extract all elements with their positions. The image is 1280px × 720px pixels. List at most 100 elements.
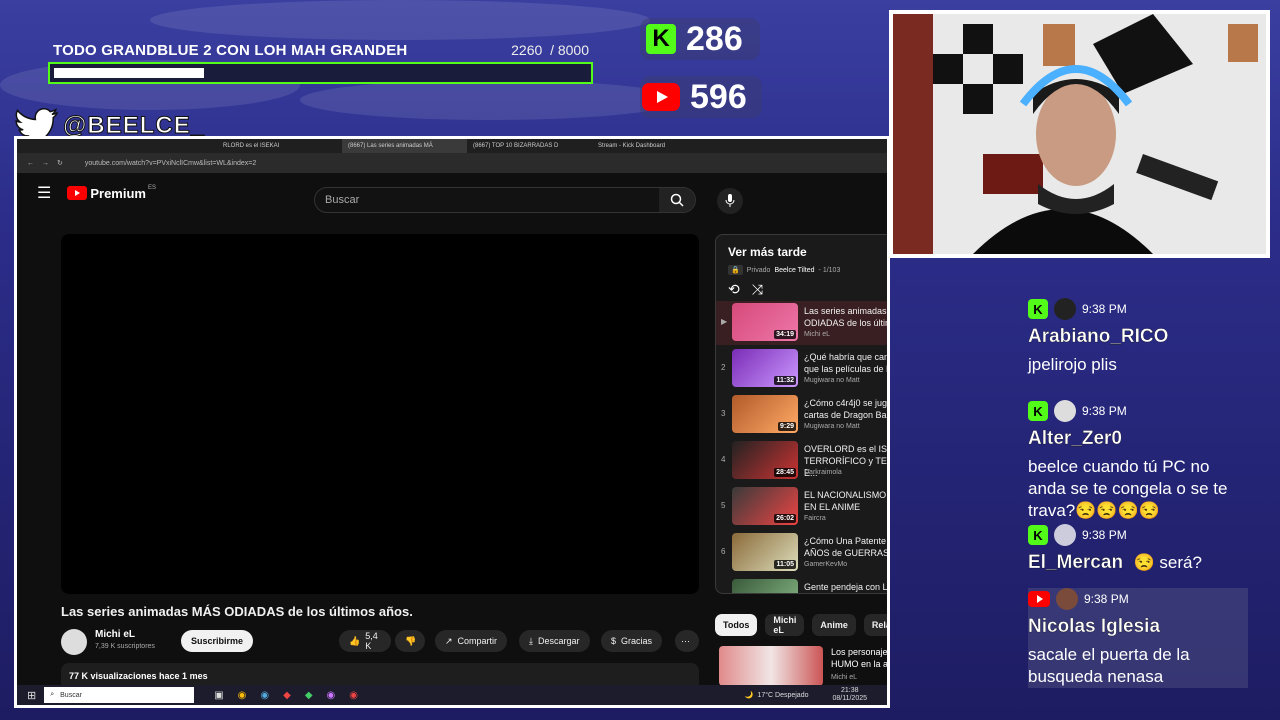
video-duration: 26:02 [774, 514, 796, 523]
goal-progress-fill [54, 68, 205, 78]
video-player[interactable] [61, 234, 699, 594]
recommended-thumbnail[interactable] [719, 646, 823, 686]
reload-icon[interactable]: ↻ [57, 159, 63, 167]
app-icon[interactable]: ◆ [305, 690, 313, 701]
chat-message: K 9:38 PM Alter_Zer0 beelce cuando tú PC … [1028, 400, 1248, 522]
playlist-item-title: ¿Cómo c4r4j0 se jugaba a las cartas de D… [804, 398, 890, 420]
playlist-thumbnail[interactable]: 26:02 [732, 487, 798, 525]
browser-tab[interactable]: Stream - Kick Dashboard [592, 139, 717, 153]
browser-icon[interactable]: ◉ [260, 690, 269, 701]
playlist-item-channel: Mugiwara no Matt [804, 377, 860, 384]
search-box[interactable]: Buscar [314, 187, 696, 213]
playlist-thumbnail[interactable]: 11:05 [732, 533, 798, 571]
playlist-item-index: 5 [721, 501, 726, 510]
chat-text: jpelirojo plis [1028, 355, 1117, 374]
thumbs-down-icon: 👎 [405, 635, 417, 646]
playlist-item-index: 4 [721, 455, 726, 464]
url-field[interactable]: youtube.com/watch?v=PVxiNclICmw&list=WL&… [85, 160, 256, 167]
view-count: 77 K visualizaciones hace 1 mes [69, 671, 208, 681]
more-actions-button[interactable]: ⋯ [675, 630, 699, 652]
windows-start-icon[interactable]: ⊞ [27, 689, 36, 702]
youtube-premium-logo[interactable]: Premium [90, 186, 146, 201]
like-button[interactable]: 👍 5,4 K [339, 630, 391, 652]
download-button[interactable]: ⤓ Descargar [519, 630, 590, 652]
clock[interactable]: 21:38 08/11/2025 [832, 687, 867, 703]
playlist-title: Ver más tarde [728, 245, 807, 259]
channel-row: Michi eL 7,39 K suscriptores Suscribirme… [61, 627, 701, 657]
playlist-item-title: ¿Cómo Una Patente Inició 40 AÑOS de GUER… [804, 536, 890, 558]
microphone-icon [725, 194, 735, 207]
chip-channel[interactable]: Michi eL [765, 614, 805, 636]
playlist-item[interactable]: Gente pendeja con Loquendo [716, 577, 888, 593]
subscribe-button[interactable]: Suscribirme [181, 630, 254, 652]
video-duration: 11:32 [774, 376, 796, 385]
playlist-thumbnail[interactable]: 28:45 [732, 441, 798, 479]
video-duration: 28:45 [774, 468, 796, 477]
chip-related[interactable]: Relacionados [863, 614, 887, 636]
subscriber-count: 7,39 K suscriptores [95, 643, 155, 650]
kick-icon: K [1028, 299, 1048, 319]
playlist-item[interactable]: 3 9:29 ¿Cómo c4r4j0 se jugaba a las cart… [716, 393, 890, 437]
channel-avatar[interactable] [61, 629, 87, 655]
youtube-count: 596 [690, 77, 747, 116]
playlist-item[interactable]: 4 28:45 OVERLORD es el ISEKAI MÁS TERROR… [716, 439, 887, 483]
chat-username: Alter_Zer0 [1028, 428, 1122, 449]
chip-todos[interactable]: Todos [715, 614, 758, 636]
kick-viewers: K 286 [640, 18, 760, 60]
playlist-item-title: Gente pendeja con Loquendo [804, 582, 888, 592]
chrome-icon[interactable]: ◉ [238, 690, 247, 701]
browser-tab[interactable]: RLORD es el ISEKAI [217, 139, 342, 153]
clock-date: 08/11/2025 [832, 695, 867, 702]
app-icon[interactable]: ◉ [327, 690, 336, 701]
playlist-thumbnail[interactable] [732, 579, 798, 593]
share-button[interactable]: ↗ Compartir [435, 630, 508, 652]
playlist-owner[interactable]: Beelce Tilted [774, 267, 814, 274]
chat-username: Nicolas Iglesia [1028, 616, 1161, 637]
browser-tab[interactable]: (8667) TOP 10 BIZARRADAS D [467, 139, 592, 153]
chat-time: 9:38 PM [1082, 528, 1127, 542]
obs-icon[interactable]: ◉ [349, 690, 358, 701]
address-bar: ← → ↻ youtube.com/watch?v=PVxiNclICmw&li… [17, 153, 887, 173]
chat-time: 9:38 PM [1084, 592, 1129, 606]
playlist-thumbnail[interactable]: 9:29 [732, 395, 798, 433]
playlist-item-channel: Faircra [804, 515, 826, 522]
dislike-button[interactable]: 👎 [395, 630, 425, 652]
channel-name[interactable]: Michi eL [95, 629, 135, 640]
playlist-thumbnail[interactable]: 34:19 [732, 303, 798, 341]
playlist-item[interactable]: ▶ 34:19 Las series animadas MÁS ODIADAS … [716, 301, 887, 345]
app-icon[interactable]: ◆ [283, 690, 291, 701]
search-icon: ⌕ [50, 691, 55, 698]
playlist-item-title: Las series animadas MÁS ODIADAS de los ú… [804, 306, 887, 328]
youtube-logo-icon[interactable] [67, 186, 88, 200]
task-view-icon[interactable]: ▣ [214, 690, 223, 701]
playlist-thumbnail[interactable]: 11:32 [732, 349, 798, 387]
taskbar-search[interactable]: ⌕ Buscar [44, 687, 195, 703]
taskbar: ⊞ ⌕ Buscar ▣ ◉ ◉ ◆ ◆ ◉ ◉ 🌙 17°C Despejado… [17, 685, 887, 705]
recommendation-chips: Todos Michi eL Anime Relacionados › [715, 614, 887, 636]
browser-tab-active[interactable]: (8667) Las series animadas MÁ [342, 139, 467, 153]
kick-icon: K [1028, 525, 1048, 545]
avatar [1054, 400, 1076, 422]
youtube-viewers: 596 [640, 76, 762, 118]
thumbs-up-icon: 👍 [349, 635, 361, 646]
recommended-video[interactable]: Los personajes más VENDE HUMO en la anim… [717, 644, 887, 688]
back-icon[interactable]: ← [27, 160, 34, 167]
playlist-item[interactable]: 5 26:02 EL NACIONALISMO JAPONES EN EL AN… [716, 485, 887, 529]
goal-title: TODO GRANDBLUE 2 CON LOH MAH GRANDEH [53, 42, 408, 59]
voice-search-button[interactable] [717, 188, 743, 214]
kick-icon: K [1028, 401, 1048, 421]
playlist-item-title: ¿Qué habría que cambiar para que las pel… [804, 352, 890, 374]
bg-cloud [150, 0, 650, 40]
forward-icon[interactable]: → [42, 160, 49, 167]
playlist-item[interactable]: 6 11:05 ¿Cómo Una Patente Inició 40 AÑOS… [716, 531, 890, 575]
menu-icon[interactable]: ☰ [37, 183, 51, 203]
loop-icon[interactable]: ⟲ [728, 281, 740, 298]
thanks-button[interactable]: $ Gracias [601, 630, 663, 652]
shuffle-icon[interactable]: ⤨ [752, 281, 763, 298]
playlist-position: - 1/103 [818, 266, 841, 274]
playlist-item[interactable]: 2 11:32 ¿Qué habría que cambiar para que… [716, 347, 890, 391]
search-input[interactable]: Buscar [325, 194, 659, 206]
chip-anime[interactable]: Anime [812, 614, 856, 636]
search-icon [670, 193, 684, 207]
search-button[interactable] [659, 188, 695, 212]
